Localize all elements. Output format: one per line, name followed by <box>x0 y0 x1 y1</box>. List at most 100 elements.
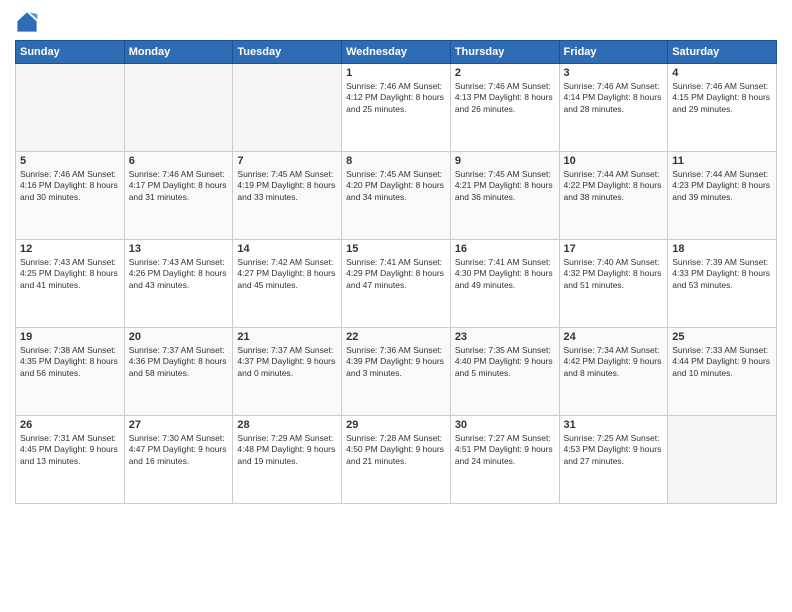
weekday-header-tuesday: Tuesday <box>233 41 342 64</box>
day-number: 3 <box>564 67 664 79</box>
day-info: Sunrise: 7:38 AM Sunset: 4:35 PM Dayligh… <box>20 345 120 379</box>
calendar-cell <box>668 416 777 504</box>
day-number: 15 <box>346 243 446 255</box>
day-number: 14 <box>237 243 337 255</box>
day-info: Sunrise: 7:33 AM Sunset: 4:44 PM Dayligh… <box>672 345 772 379</box>
day-info: Sunrise: 7:37 AM Sunset: 4:37 PM Dayligh… <box>237 345 337 379</box>
logo <box>15 10 43 34</box>
weekday-header-saturday: Saturday <box>668 41 777 64</box>
day-number: 4 <box>672 67 772 79</box>
calendar-cell <box>233 64 342 152</box>
day-info: Sunrise: 7:40 AM Sunset: 4:32 PM Dayligh… <box>564 257 664 291</box>
day-number: 28 <box>237 419 337 431</box>
day-number: 29 <box>346 419 446 431</box>
calendar-cell: 5Sunrise: 7:46 AM Sunset: 4:16 PM Daylig… <box>16 152 125 240</box>
day-number: 6 <box>129 155 229 167</box>
day-info: Sunrise: 7:44 AM Sunset: 4:22 PM Dayligh… <box>564 169 664 203</box>
day-number: 20 <box>129 331 229 343</box>
day-info: Sunrise: 7:29 AM Sunset: 4:48 PM Dayligh… <box>237 433 337 467</box>
day-info: Sunrise: 7:46 AM Sunset: 4:14 PM Dayligh… <box>564 81 664 115</box>
calendar-cell: 28 Sunrise: 7:29 AM Sunset: 4:48 PM Dayli… <box>233 416 342 504</box>
day-number: 13 <box>129 243 229 255</box>
day-number: 17 <box>564 243 664 255</box>
week-row-4: 19 Sunrise: 7:38 AM Sunset: 4:35 PM Dayli… <box>16 328 777 416</box>
day-info: Sunrise: 7:25 AM Sunset: 4:53 PM Dayligh… <box>564 433 664 467</box>
day-info: Sunrise: 7:45 AM Sunset: 4:19 PM Dayligh… <box>237 169 337 203</box>
calendar-cell: 25Sunrise: 7:33 AM Sunset: 4:44 PM Dayli… <box>668 328 777 416</box>
day-info: Sunrise: 7:41 AM Sunset: 4:30 PM Dayligh… <box>455 257 555 291</box>
day-info: Sunrise: 7:45 AM Sunset: 4:21 PM Dayligh… <box>455 169 555 203</box>
day-info: Sunrise: 7:41 AM Sunset: 4:29 PM Dayligh… <box>346 257 446 291</box>
week-row-5: 26Sunrise: 7:31 AM Sunset: 4:45 PM Dayli… <box>16 416 777 504</box>
calendar-cell: 6 Sunrise: 7:46 AM Sunset: 4:17 PM Daylig… <box>124 152 233 240</box>
calendar-cell: 16 Sunrise: 7:41 AM Sunset: 4:30 PM Dayli… <box>450 240 559 328</box>
day-number: 19 <box>20 331 120 343</box>
calendar-cell: 26Sunrise: 7:31 AM Sunset: 4:45 PM Dayli… <box>16 416 125 504</box>
day-number: 24 <box>564 331 664 343</box>
calendar-cell: 15 Sunrise: 7:41 AM Sunset: 4:29 PM Dayli… <box>342 240 451 328</box>
day-number: 27 <box>129 419 229 431</box>
calendar-cell: 13 Sunrise: 7:43 AM Sunset: 4:26 PM Dayli… <box>124 240 233 328</box>
calendar-cell: 21 Sunrise: 7:37 AM Sunset: 4:37 PM Dayli… <box>233 328 342 416</box>
day-info: Sunrise: 7:46 AM Sunset: 4:15 PM Dayligh… <box>672 81 772 115</box>
calendar: SundayMondayTuesdayWednesdayThursdayFrid… <box>15 40 777 504</box>
calendar-cell: 17 Sunrise: 7:40 AM Sunset: 4:32 PM Dayli… <box>559 240 668 328</box>
day-info: Sunrise: 7:28 AM Sunset: 4:50 PM Dayligh… <box>346 433 446 467</box>
calendar-cell: 20 Sunrise: 7:37 AM Sunset: 4:36 PM Dayli… <box>124 328 233 416</box>
calendar-cell: 29 Sunrise: 7:28 AM Sunset: 4:50 PM Dayli… <box>342 416 451 504</box>
day-number: 1 <box>346 67 446 79</box>
calendar-cell: 8 Sunrise: 7:45 AM Sunset: 4:20 PM Daylig… <box>342 152 451 240</box>
calendar-cell: 2Sunrise: 7:46 AM Sunset: 4:13 PM Daylig… <box>450 64 559 152</box>
header <box>15 10 777 34</box>
day-info: Sunrise: 7:44 AM Sunset: 4:23 PM Dayligh… <box>672 169 772 203</box>
week-row-2: 5Sunrise: 7:46 AM Sunset: 4:16 PM Daylig… <box>16 152 777 240</box>
weekday-header-friday: Friday <box>559 41 668 64</box>
calendar-cell: 14 Sunrise: 7:42 AM Sunset: 4:27 PM Dayli… <box>233 240 342 328</box>
calendar-cell: 23 Sunrise: 7:35 AM Sunset: 4:40 PM Dayli… <box>450 328 559 416</box>
week-row-3: 12Sunrise: 7:43 AM Sunset: 4:25 PM Dayli… <box>16 240 777 328</box>
day-number: 30 <box>455 419 555 431</box>
week-row-1: 1 Sunrise: 7:46 AM Sunset: 4:12 PM Daylig… <box>16 64 777 152</box>
day-number: 8 <box>346 155 446 167</box>
day-info: Sunrise: 7:46 AM Sunset: 4:12 PM Dayligh… <box>346 81 446 115</box>
day-info: Sunrise: 7:30 AM Sunset: 4:47 PM Dayligh… <box>129 433 229 467</box>
day-info: Sunrise: 7:34 AM Sunset: 4:42 PM Dayligh… <box>564 345 664 379</box>
calendar-cell: 22 Sunrise: 7:36 AM Sunset: 4:39 PM Dayli… <box>342 328 451 416</box>
calendar-cell: 3 Sunrise: 7:46 AM Sunset: 4:14 PM Daylig… <box>559 64 668 152</box>
day-number: 31 <box>564 419 664 431</box>
day-info: Sunrise: 7:43 AM Sunset: 4:25 PM Dayligh… <box>20 257 120 291</box>
weekday-header-row: SundayMondayTuesdayWednesdayThursdayFrid… <box>16 41 777 64</box>
day-number: 21 <box>237 331 337 343</box>
calendar-cell: 10Sunrise: 7:44 AM Sunset: 4:22 PM Dayli… <box>559 152 668 240</box>
day-info: Sunrise: 7:36 AM Sunset: 4:39 PM Dayligh… <box>346 345 446 379</box>
day-info: Sunrise: 7:39 AM Sunset: 4:33 PM Dayligh… <box>672 257 772 291</box>
day-info: Sunrise: 7:27 AM Sunset: 4:51 PM Dayligh… <box>455 433 555 467</box>
day-number: 2 <box>455 67 555 79</box>
calendar-cell: 12Sunrise: 7:43 AM Sunset: 4:25 PM Dayli… <box>16 240 125 328</box>
weekday-header-sunday: Sunday <box>16 41 125 64</box>
weekday-header-thursday: Thursday <box>450 41 559 64</box>
day-info: Sunrise: 7:35 AM Sunset: 4:40 PM Dayligh… <box>455 345 555 379</box>
weekday-header-wednesday: Wednesday <box>342 41 451 64</box>
day-number: 11 <box>672 155 772 167</box>
weekday-header-monday: Monday <box>124 41 233 64</box>
calendar-cell: 4 Sunrise: 7:46 AM Sunset: 4:15 PM Daylig… <box>668 64 777 152</box>
day-number: 16 <box>455 243 555 255</box>
day-number: 18 <box>672 243 772 255</box>
logo-icon <box>15 10 39 34</box>
day-info: Sunrise: 7:46 AM Sunset: 4:17 PM Dayligh… <box>129 169 229 203</box>
day-number: 26 <box>20 419 120 431</box>
calendar-cell: 30 Sunrise: 7:27 AM Sunset: 4:51 PM Dayli… <box>450 416 559 504</box>
day-info: Sunrise: 7:43 AM Sunset: 4:26 PM Dayligh… <box>129 257 229 291</box>
day-number: 9 <box>455 155 555 167</box>
calendar-cell: 31 Sunrise: 7:25 AM Sunset: 4:53 PM Dayli… <box>559 416 668 504</box>
calendar-cell: 9 Sunrise: 7:45 AM Sunset: 4:21 PM Daylig… <box>450 152 559 240</box>
calendar-cell: 11 Sunrise: 7:44 AM Sunset: 4:23 PM Dayli… <box>668 152 777 240</box>
day-info: Sunrise: 7:42 AM Sunset: 4:27 PM Dayligh… <box>237 257 337 291</box>
day-number: 22 <box>346 331 446 343</box>
day-info: Sunrise: 7:37 AM Sunset: 4:36 PM Dayligh… <box>129 345 229 379</box>
day-info: Sunrise: 7:45 AM Sunset: 4:20 PM Dayligh… <box>346 169 446 203</box>
day-number: 23 <box>455 331 555 343</box>
calendar-cell: 19 Sunrise: 7:38 AM Sunset: 4:35 PM Dayli… <box>16 328 125 416</box>
calendar-cell <box>16 64 125 152</box>
